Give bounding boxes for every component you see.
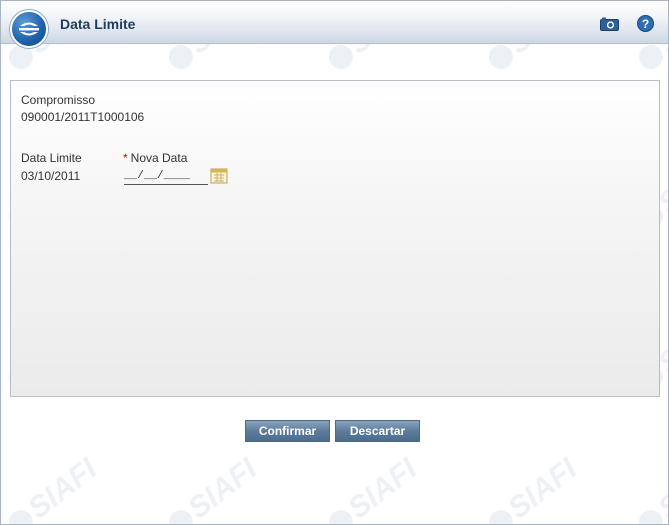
watermark-mark: SIAFI [1, 452, 104, 525]
compromisso-label: Compromisso [21, 93, 96, 107]
form-panel: Compromisso 090001/2011T1000106 Data Lim… [10, 80, 660, 397]
watermark-mark: SIAFI [161, 452, 264, 525]
dialog-window: SIAFISIAFISIAFISIAFISIAFISIAFISIAFISIAFI… [0, 0, 669, 525]
watermark-logo-icon [484, 505, 518, 524]
watermark-logo-icon [634, 40, 668, 74]
watermark-logo-icon [324, 40, 358, 74]
nova-data-label-wrap: * Nova Data [123, 151, 187, 165]
required-mark: * [123, 151, 128, 165]
camera-button[interactable] [599, 15, 619, 32]
watermark-text: SIAFI [342, 452, 424, 525]
dialog-header: Data Limite ? [1, 1, 668, 48]
nova-data-label: Nova Data [130, 151, 188, 165]
watermark-logo-icon [484, 40, 518, 74]
confirm-button[interactable]: Confirmar [245, 420, 330, 442]
svg-text:?: ? [641, 17, 648, 31]
data-limite-label: Data Limite [21, 151, 82, 165]
page-title: Data Limite [60, 16, 136, 32]
watermark-mark: SIAFI [631, 452, 669, 525]
watermark-text: SIAFI [502, 452, 584, 525]
calendar-button[interactable] [210, 167, 228, 184]
data-limite-value: 03/10/2011 [21, 169, 81, 183]
help-button[interactable]: ? [635, 15, 655, 32]
watermark-mark: SIAFI [481, 452, 584, 525]
watermark-text: SIAFI [22, 452, 104, 525]
discard-button[interactable]: Descartar [335, 420, 420, 442]
siafi-logo-icon [10, 10, 48, 48]
watermark-text: SIAFI [182, 452, 264, 525]
watermark-text: SIAFI [652, 452, 669, 525]
nova-data-input[interactable] [124, 167, 208, 185]
watermark-logo-icon [164, 505, 198, 524]
watermark-logo-icon [164, 40, 198, 74]
watermark-logo-icon [634, 505, 668, 524]
calendar-icon [210, 168, 228, 184]
watermark-logo-icon [4, 505, 38, 524]
camera-icon [599, 17, 619, 31]
help-icon: ? [636, 15, 654, 32]
watermark-logo-icon [324, 505, 358, 524]
watermark-mark: SIAFI [321, 452, 424, 525]
compromisso-value: 090001/2011T1000106 [21, 110, 145, 124]
